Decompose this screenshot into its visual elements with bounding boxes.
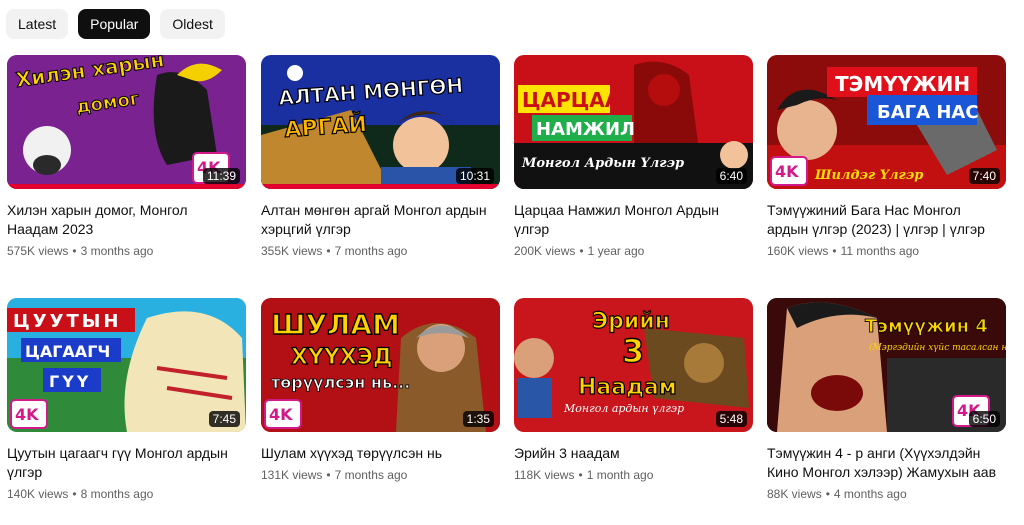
video-title[interactable]: Хилэн харын домог, Монгол Наадам 2023 — [7, 201, 246, 239]
view-count: 575K views — [7, 244, 69, 258]
video-card[interactable]: Эрийн 3 Наадам Монгол ардын үлгэр 5:48 Э… — [514, 298, 753, 482]
view-count: 160K views — [767, 244, 829, 258]
thumbnail-title-line: төрүүлсэн нь... — [271, 373, 410, 392]
upload-age: 7 months ago — [334, 244, 408, 258]
thumbnail-title-line: 3 — [622, 332, 644, 370]
video-card[interactable]: АЛТАН МӨНГӨН АРГАЙ 10:31 Алтан мөнгөн ар… — [261, 55, 500, 258]
video-thumbnail[interactable]: ТЭМҮҮЖИН БАГА НАС Шилдэг Үлгэр 4K 7:40 — [767, 55, 1006, 189]
thumbnail-title-line: ХҮҮХЭД — [291, 345, 393, 370]
video-duration: 7:40 — [968, 168, 1000, 184]
video-duration: 10:31 — [455, 168, 494, 184]
4k-badge: 4K — [15, 405, 39, 424]
video-thumbnail[interactable]: Тэмүүжин 4 (Мэргэдийн хүйс тасалсан нь) … — [767, 298, 1006, 432]
thumbnail-title-line: ЦАГААГЧ — [25, 342, 110, 361]
video-duration: 6:50 — [968, 411, 1000, 427]
video-thumbnail[interactable]: Хилэн харын домог 4K 11:39 — [7, 55, 246, 189]
thumbnail-title-line: Эрийн — [592, 309, 670, 334]
thumbnail-title-line: БАГА НАС — [877, 102, 979, 123]
view-count: 140K views — [7, 487, 69, 501]
video-duration: 11:39 — [202, 168, 240, 184]
video-meta: 160K views • 11 months ago — [767, 244, 920, 258]
video-meta: 88K views • 4 months ago — [767, 487, 907, 501]
video-card[interactable]: ЦАРЦАА НАМЖИЛ Монгол Ардын Үлгэр 6:40 Ца… — [514, 55, 753, 258]
video-card[interactable]: Тэмүүжин 4 (Мэргэдийн хүйс тасалсан нь) … — [767, 298, 1006, 501]
upload-age: 3 months ago — [80, 244, 154, 258]
upload-age: 8 months ago — [80, 487, 154, 501]
video-meta: 140K views • 8 months ago — [7, 487, 154, 501]
thumbnail-title-line: ЦУУТЫН — [13, 311, 121, 332]
video-thumbnail[interactable]: АЛТАН МӨНГӨН АРГАЙ 10:31 — [261, 55, 500, 189]
video-duration: 6:40 — [715, 168, 747, 184]
filter-oldest[interactable]: Oldest — [160, 9, 225, 39]
video-thumbnail[interactable]: Эрийн 3 Наадам Монгол ардын үлгэр 5:48 — [514, 298, 753, 432]
view-count: 118K views — [514, 468, 575, 482]
video-thumbnail[interactable]: ЦАРЦАА НАМЖИЛ Монгол Ардын Үлгэр 6:40 — [514, 55, 753, 189]
video-card[interactable]: ЦУУТЫН ЦАГААГЧ ГҮҮ 4K 7:45 Цуутын цагааг… — [7, 298, 246, 501]
video-title[interactable]: Царцаа Намжил Монгол Ардын үлгэр — [514, 201, 753, 239]
filter-chips: Latest Popular Oldest — [6, 9, 225, 39]
view-count: 88K views — [767, 487, 822, 501]
video-thumbnail[interactable]: ШУЛАМ ХҮҮХЭД төрүүлсэн нь... 4K 1:35 — [261, 298, 500, 432]
4k-badge: 4K — [775, 162, 799, 181]
view-count: 200K views — [514, 244, 576, 258]
video-card[interactable]: ТЭМҮҮЖИН БАГА НАС Шилдэг Үлгэр 4K 7:40 Т… — [767, 55, 1006, 258]
video-card[interactable]: ШУЛАМ ХҮҮХЭД төрүүлсэн нь... 4K 1:35 Шул… — [261, 298, 500, 482]
4k-badge: 4K — [269, 405, 293, 424]
video-title[interactable]: Шулам хүүхэд төрүүлсэн нь — [261, 444, 500, 463]
video-meta: 131K views • 7 months ago — [261, 468, 408, 482]
thumbnail-title-line: Монгол Ардын Үлгэр — [521, 156, 684, 171]
video-meta: 200K views • 1 year ago — [514, 244, 645, 258]
upload-age: 11 months ago — [840, 244, 920, 258]
thumbnail-title-line: ГҮҮ — [49, 372, 91, 391]
thumbnail-title-line: Шилдэг Үлгэр — [814, 168, 923, 183]
upload-age: 4 months ago — [833, 487, 907, 501]
thumbnail-title-line: Тэмүүжин 4 — [865, 316, 988, 337]
filter-popular[interactable]: Popular — [78, 9, 151, 39]
upload-age: 1 year ago — [587, 244, 645, 258]
video-meta: 575K views • 3 months ago — [7, 244, 154, 258]
upload-age: 1 month ago — [586, 468, 654, 482]
video-title[interactable]: Эрийн 3 наадам — [514, 444, 753, 463]
thumbnail-title-line: ШУЛАМ — [271, 308, 400, 341]
upload-age: 7 months ago — [334, 468, 408, 482]
view-count: 131K views — [261, 468, 323, 482]
video-duration: 1:35 — [462, 411, 494, 427]
video-title[interactable]: Тэмүүжин 4 - р анги (Хүүхэлдэйн Кино Мон… — [767, 444, 1006, 482]
video-meta: 355K views • 7 months ago — [261, 244, 408, 258]
thumbnail-title-line: НАМЖИЛ — [536, 119, 635, 140]
thumbnail-title-line: Наадам — [578, 375, 677, 400]
video-title[interactable]: Тэмүүжиний Бага Нас Монгол ардын үлгэр (… — [767, 201, 1006, 239]
filter-latest[interactable]: Latest — [6, 9, 69, 39]
video-duration: 5:48 — [715, 411, 747, 427]
video-meta: 118K views • 1 month ago — [514, 468, 654, 482]
view-count: 355K views — [261, 244, 323, 258]
video-duration: 7:45 — [208, 411, 240, 427]
video-title[interactable]: Цуутын цагаагч гүү Монгол ардын үлгэр — [7, 444, 246, 482]
thumbnail-title-line: ЦАРЦАА — [522, 88, 621, 112]
thumbnail-title-line: Монгол ардын үлгэр — [563, 402, 684, 415]
video-thumbnail[interactable]: ЦУУТЫН ЦАГААГЧ ГҮҮ 4K 7:45 — [7, 298, 246, 432]
video-card[interactable]: Хилэн харын домог 4K 11:39 Хилэн харын д… — [7, 55, 246, 258]
video-title[interactable]: Алтан мөнгөн аргай Монгол ардын хэрцгий … — [261, 201, 500, 239]
thumbnail-title-line: ТЭМҮҮЖИН — [835, 72, 970, 96]
thumbnail-title-line: (Мэргэдийн хүйс тасалсан нь) — [869, 342, 1006, 353]
